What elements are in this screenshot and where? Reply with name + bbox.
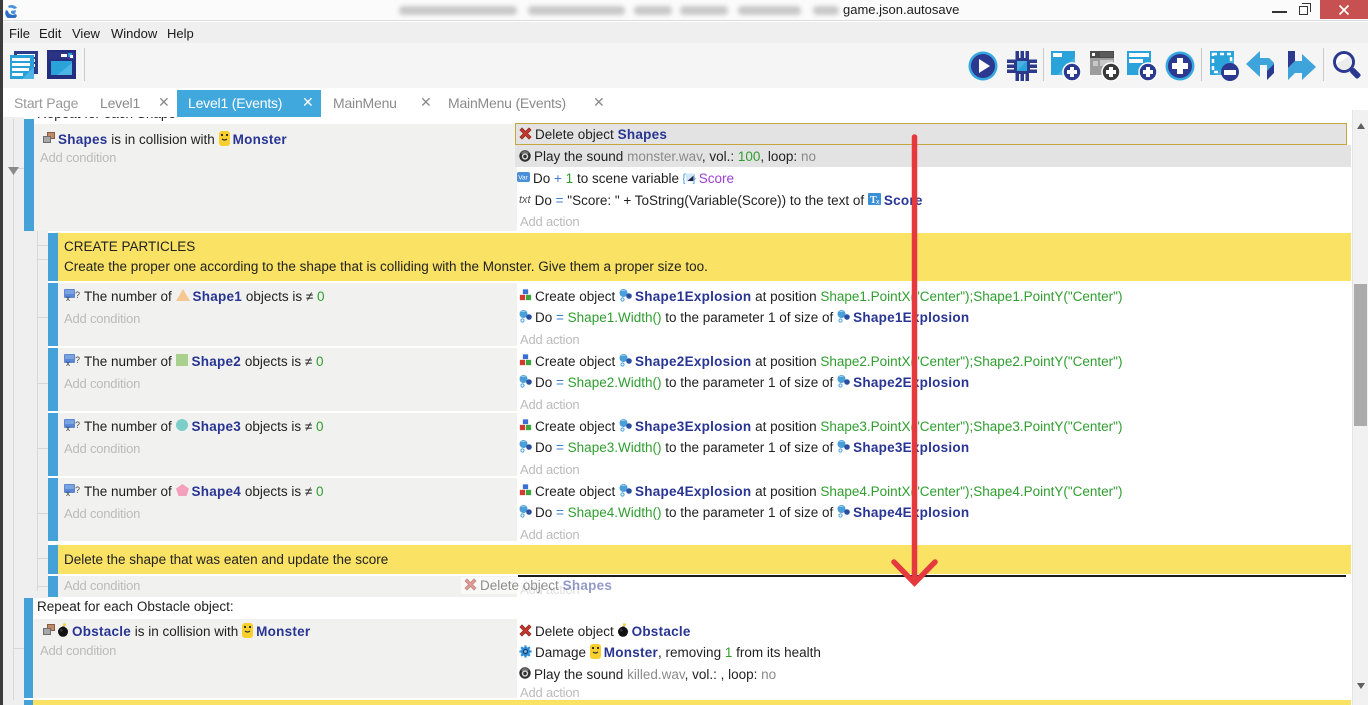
- svg-text:?: ?: [75, 290, 80, 300]
- svg-text:x: x: [66, 294, 70, 302]
- svg-text:x: x: [66, 489, 70, 497]
- svg-text:x: x: [66, 359, 70, 367]
- svg-text:Var: Var: [518, 175, 528, 182]
- svg-text:?: ?: [75, 420, 80, 430]
- svg-text:?: ?: [75, 355, 80, 365]
- svg-text:x: x: [66, 424, 70, 432]
- svg-text:{: {: [683, 171, 686, 184]
- svg-text:?: ?: [75, 485, 80, 495]
